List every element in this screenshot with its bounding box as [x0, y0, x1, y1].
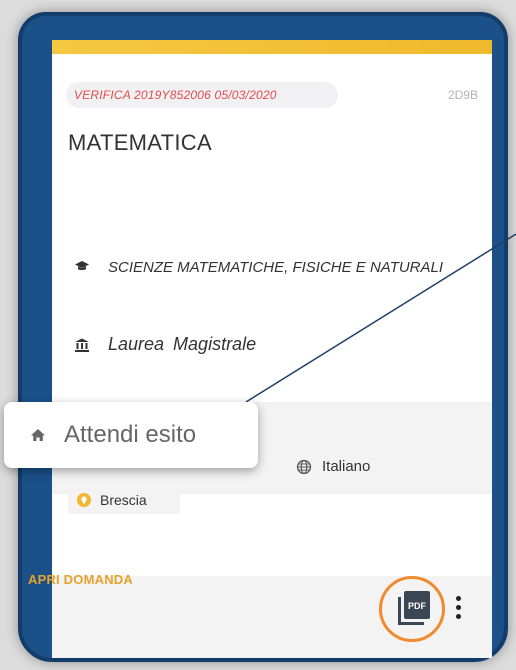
city-label: Brescia: [100, 492, 147, 508]
degree-label: Laurea Magistrale: [108, 334, 257, 354]
pdf-download-button[interactable]: PDF: [379, 576, 445, 642]
pdf-icon-text: PDF: [408, 601, 427, 611]
application-card: VERIFICA 2019Y852006 05/03/2020 2D9B MAT…: [52, 40, 492, 658]
application-code: 2D9B: [447, 88, 478, 102]
card-accent-bar: [52, 40, 492, 54]
degree-row: Laurea Magistrale: [74, 334, 256, 355]
university-icon: [75, 338, 89, 352]
more-options-icon[interactable]: [454, 596, 462, 624]
city-chip: Brescia: [68, 486, 180, 514]
open-application-button[interactable]: APRI DOMANDA: [28, 572, 133, 587]
faculty-label: SCIENZE MATEMATICHE, FISICHE E NATURALI: [108, 259, 444, 276]
faculty-row: SCIENZE MATEMATICHE, FISICHE E NATURALI: [74, 258, 474, 278]
location-pin-icon: [77, 493, 91, 507]
course-title: MATEMATICA: [68, 130, 212, 155]
graduation-cap-icon: [75, 261, 89, 271]
globe-icon: [296, 459, 312, 474]
language-label: Italiano: [322, 458, 371, 475]
status-label: Attendi esito: [64, 421, 197, 448]
status-callout: Attendi esito: [4, 402, 258, 468]
home-icon: [31, 429, 45, 441]
reference-badge: VERIFICA 2019Y852006 05/03/2020: [66, 82, 338, 108]
language-row: Italiano: [296, 458, 370, 475]
pdf-file-icon: PDF: [398, 591, 430, 625]
